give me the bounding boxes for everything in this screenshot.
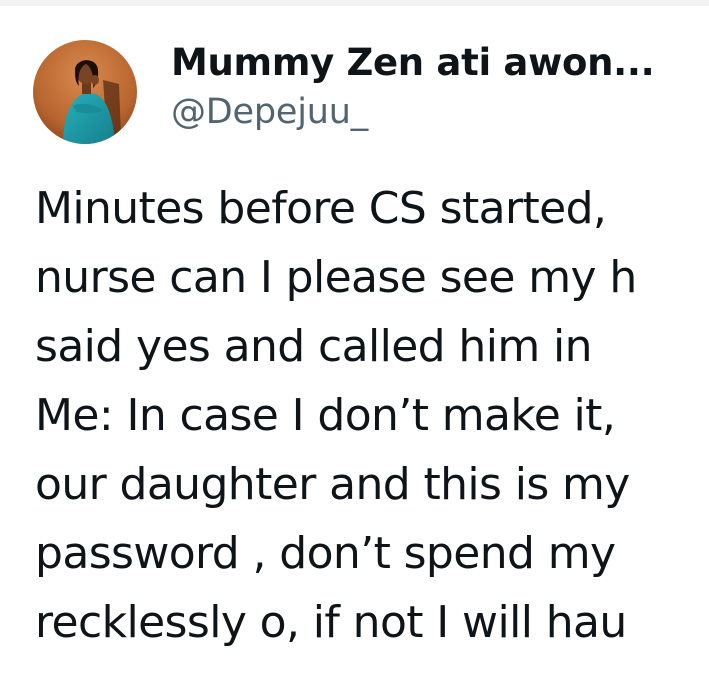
tweet-text-line: Me: In case I don’t make it, (35, 390, 616, 441)
tweet-text-line: nurse can I please see my h (35, 252, 637, 303)
top-divider (0, 0, 709, 6)
avatar[interactable] (33, 40, 137, 144)
tweet-text-line: our daughter and this is my (35, 459, 630, 510)
tweet-text-line: password , don’t spend my (35, 528, 616, 579)
tweet-body: Minutes before CS started, nurse can I p… (35, 174, 709, 657)
tweet-text-line: said yes and called him in (35, 321, 592, 372)
tweet-card: Mummy Zen ati awon... @Depejuu_ Minutes … (0, 0, 709, 676)
profile-photo-icon (33, 40, 137, 144)
author-display-name[interactable]: Mummy Zen ati awon... (171, 40, 655, 86)
tweet-text-line: Minutes before CS started, (35, 183, 607, 234)
author-handle[interactable]: @Depejuu_ (171, 90, 368, 134)
tweet-text-line: recklessly o, if not I will hau (35, 597, 627, 648)
